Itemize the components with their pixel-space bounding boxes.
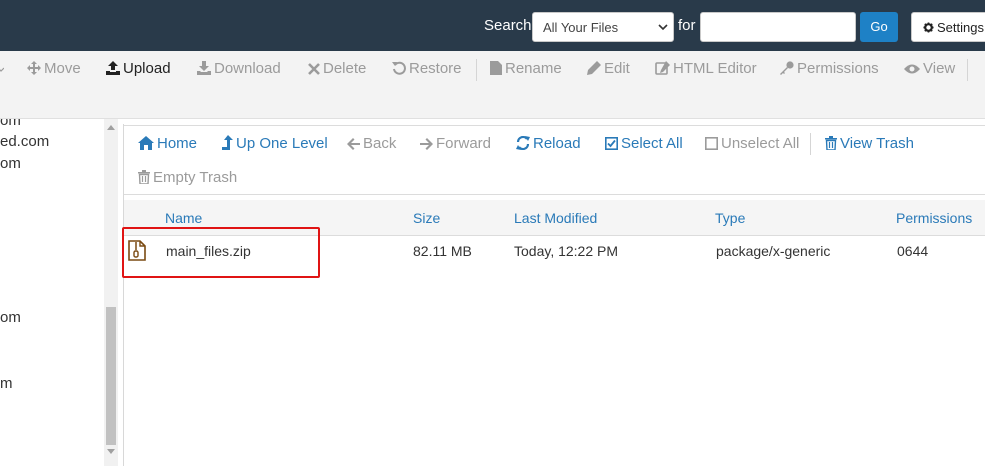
navigation-bar: Home Up One Level Back Forward Reload Se… (124, 125, 985, 195)
select-all-button[interactable]: Select All (605, 135, 683, 152)
permissions-label: Permissions (797, 60, 879, 77)
download-label: Download (214, 60, 281, 77)
search-input[interactable] (700, 12, 856, 42)
search-scope-select[interactable]: All Your Files (532, 12, 674, 42)
settings-label: Settings (937, 20, 984, 35)
home-button[interactable]: Home (138, 135, 197, 152)
rename-button[interactable]: Rename (490, 60, 562, 77)
restore-icon (392, 61, 406, 75)
permissions-button[interactable]: Permissions (780, 60, 879, 77)
column-header-size[interactable]: Size (413, 210, 440, 226)
html-editor-label: HTML Editor (673, 60, 757, 77)
toolbar-divider (476, 59, 477, 81)
scroll-down-arrow-icon[interactable] (107, 449, 115, 455)
reload-label: Reload (533, 135, 581, 152)
upload-button[interactable]: Upload (106, 60, 171, 77)
select-all-label: Select All (621, 135, 683, 152)
level-up-icon (222, 135, 233, 150)
scroll-up-arrow-icon[interactable] (107, 124, 115, 130)
go-button[interactable]: Go (860, 12, 898, 42)
trash-icon (825, 136, 837, 151)
file-toolbar: Move Upload Download Delete Restore Rena… (0, 51, 985, 119)
delete-label: Delete (323, 60, 367, 77)
file-permissions: 0644 (897, 243, 929, 259)
file-size: 82.11 MB (413, 243, 472, 259)
nav-divider (810, 133, 811, 155)
chevron-down-icon (658, 24, 668, 31)
for-label: for (678, 17, 696, 34)
move-label: Move (44, 60, 81, 77)
edit-label: Edit (604, 60, 630, 77)
empty-trash-button[interactable]: Empty Trash (138, 169, 237, 186)
checkbox-empty-icon (705, 137, 718, 150)
empty-trash-label: Empty Trash (153, 169, 238, 186)
close-icon (308, 63, 320, 75)
refresh-icon (516, 135, 530, 151)
edit-document-icon (655, 61, 670, 75)
restore-label: Restore (409, 60, 462, 77)
edit-button[interactable]: Edit (587, 60, 630, 77)
column-header-type[interactable]: Type (715, 210, 745, 226)
unselect-all-button[interactable]: Unselect All (705, 135, 799, 152)
search-scope-value: All Your Files (543, 20, 619, 35)
view-trash-button[interactable]: View Trash (825, 135, 914, 152)
key-icon (780, 61, 794, 75)
file-type: package/x-generic (716, 243, 831, 259)
upload-label: Upload (123, 60, 171, 77)
toolbar-divider (967, 59, 968, 81)
arrow-right-icon (420, 138, 433, 150)
column-header-name[interactable]: Name (165, 210, 202, 226)
up-one-level-label: Up One Level (236, 135, 328, 152)
delete-button[interactable]: Delete (308, 60, 366, 77)
sidebar-item[interactable]: om (0, 119, 21, 129)
back-label: Back (363, 135, 397, 152)
move-icon (27, 61, 41, 75)
download-button[interactable]: Download (197, 60, 281, 77)
column-header-permissions[interactable]: Permissions (896, 210, 972, 226)
pencil-icon (587, 61, 601, 75)
move-button[interactable]: Move (27, 60, 81, 77)
restore-button[interactable]: Restore (392, 60, 462, 77)
view-label: View (923, 60, 956, 77)
document-icon (490, 61, 502, 75)
chevron-down-icon (0, 67, 4, 72)
eye-icon (904, 64, 920, 74)
forward-button[interactable]: Forward (420, 135, 491, 152)
upload-icon (106, 61, 120, 75)
settings-button[interactable]: Settings (911, 12, 985, 42)
view-button[interactable]: View (904, 60, 955, 77)
arrow-left-icon (347, 138, 360, 150)
file-last-modified: Today, 12:22 PM (514, 243, 619, 259)
back-button[interactable]: Back (347, 135, 396, 152)
unselect-all-label: Unselect All (721, 135, 800, 152)
sidebar-scrollbar[interactable] (104, 119, 118, 466)
search-label: Search (484, 17, 532, 34)
html-editor-button[interactable]: HTML Editor (655, 60, 757, 77)
forward-label: Forward (436, 135, 492, 152)
home-label: Home (157, 135, 198, 152)
reload-button[interactable]: Reload (516, 135, 581, 152)
view-trash-label: View Trash (840, 135, 914, 152)
sidebar-item[interactable]: m (0, 375, 13, 392)
highlight-box (122, 227, 320, 278)
download-icon (197, 61, 211, 75)
home-icon (138, 136, 154, 150)
gear-icon (923, 22, 934, 33)
top-search-bar: Search All Your Files for Go Settings (0, 0, 985, 51)
up-one-level-button[interactable]: Up One Level (222, 135, 328, 152)
directory-tree-sidebar: om ed.com om om m (0, 119, 104, 466)
scrollbar-thumb[interactable] (106, 307, 116, 445)
sidebar-item[interactable]: ed.com (0, 133, 49, 150)
rename-label: Rename (505, 60, 562, 77)
checkbox-checked-icon (605, 137, 618, 150)
column-header-last-modified[interactable]: Last Modified (514, 210, 597, 226)
sidebar-item[interactable]: om (0, 309, 21, 326)
sidebar-item[interactable]: om (0, 155, 21, 172)
trash-icon (138, 170, 150, 185)
